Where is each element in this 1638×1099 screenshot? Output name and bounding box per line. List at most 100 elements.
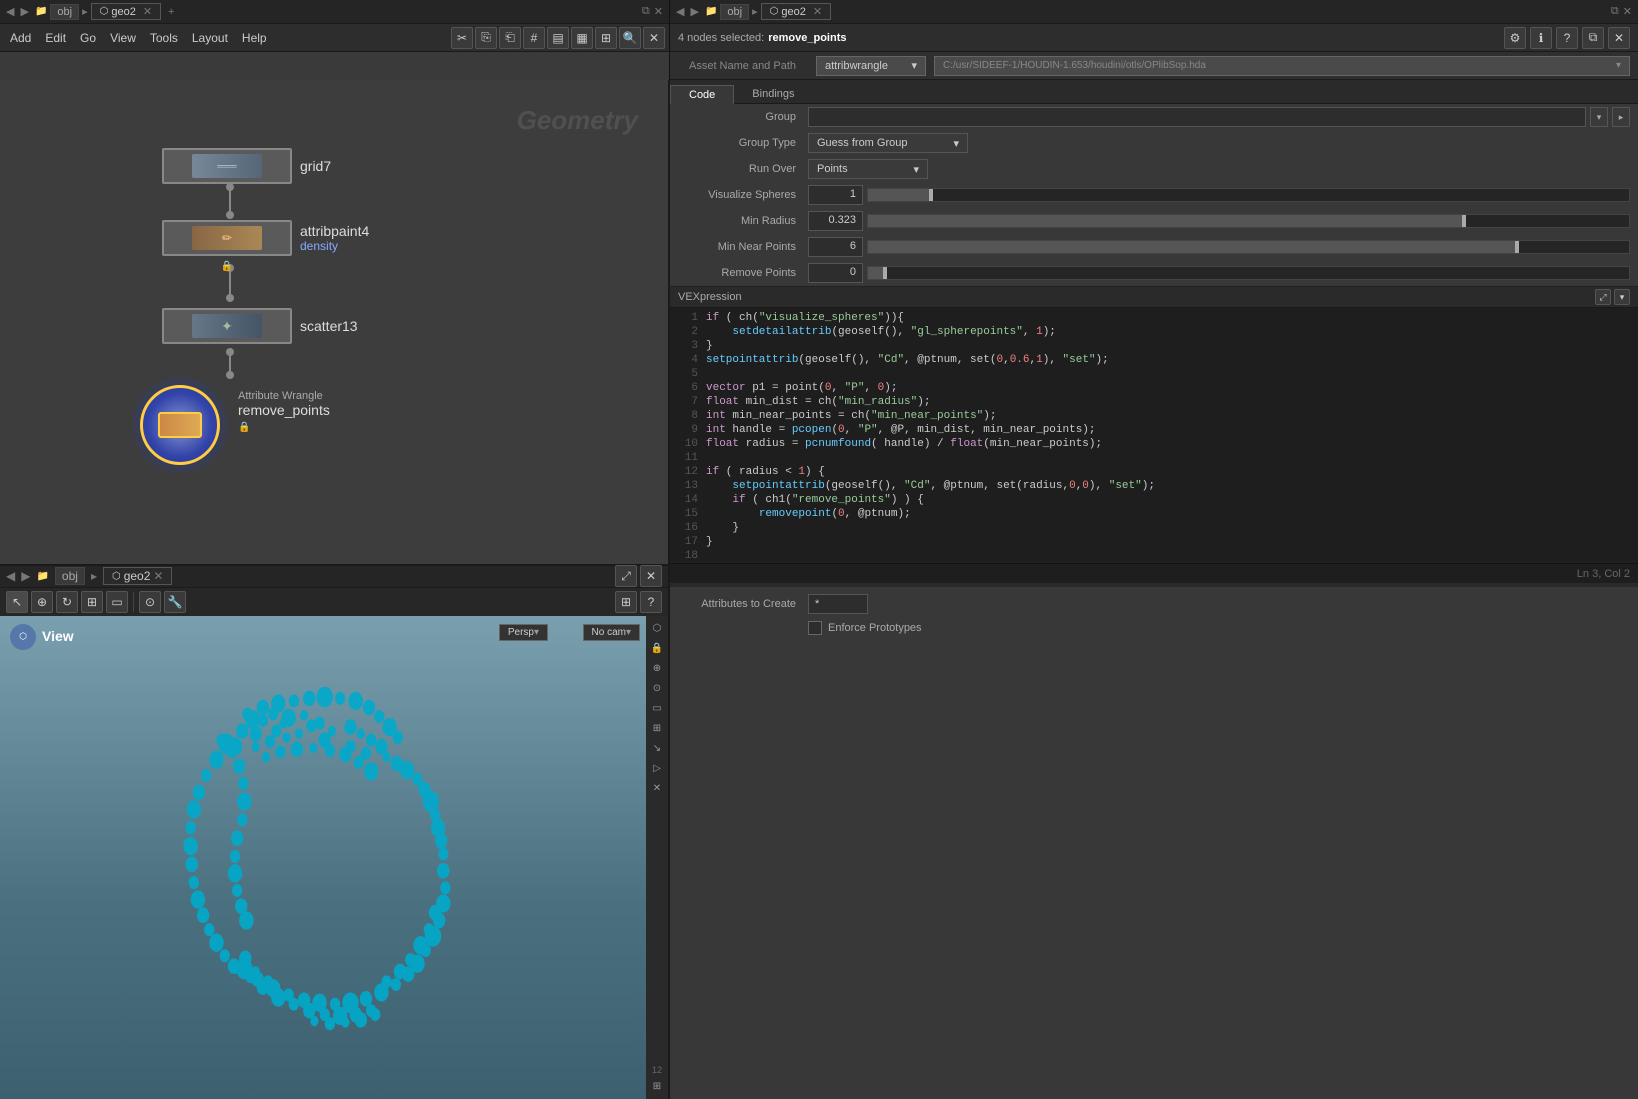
menu-add[interactable]: Add [4, 29, 37, 47]
view-icon: ⬡ [10, 624, 36, 650]
toolbar-grid[interactable]: # [523, 27, 545, 49]
code-editor[interactable]: 1if ( ch("visualize_spheres")){ 2 setdet… [670, 308, 1638, 563]
minradius-slider[interactable] [867, 214, 1630, 228]
left-tab-close[interactable]: ✕ [143, 5, 152, 18]
node-attribpaint4[interactable]: ✏ 🔒 attribpaint4 density [162, 220, 369, 256]
right-pin-btn[interactable]: ✕ [1623, 5, 1632, 18]
scene-tool-obj[interactable]: ⊙ [139, 591, 161, 613]
resize-handle[interactable] [670, 583, 1638, 587]
menu-tools[interactable]: Tools [144, 29, 184, 47]
cam-button[interactable]: No cam▾ [583, 624, 640, 641]
tab-bindings[interactable]: Bindings [734, 85, 812, 103]
toolbar-layout3[interactable]: ⊞ [595, 27, 617, 49]
scene-tool-select[interactable]: ↖ [6, 591, 28, 613]
geometry-label: Geometry [517, 105, 638, 136]
right-settings[interactable]: ⚙ [1504, 27, 1526, 49]
menu-layout[interactable]: Layout [186, 29, 234, 47]
toolbar-zoom[interactable]: 🔍 [619, 27, 641, 49]
scene-rt-8[interactable]: ▷ [648, 760, 666, 778]
toolbar-scissors[interactable]: ✂ [451, 27, 473, 49]
persp-button[interactable]: Persp▾ [499, 624, 548, 641]
nav-back-2[interactable]: ◀ [6, 569, 15, 583]
scene-tool-move[interactable]: ⊕ [31, 591, 53, 613]
left-nav-back[interactable]: ◀ [6, 5, 14, 18]
bottom-tab-geo2[interactable]: geo2 [124, 569, 151, 583]
left-tab-obj[interactable]: obj [50, 4, 79, 20]
scene-rt-6[interactable]: ⊞ [648, 720, 666, 738]
scene-rt-7[interactable]: ↘ [648, 740, 666, 758]
minnearpts-slider[interactable] [867, 240, 1630, 254]
tab-code[interactable]: Code [670, 85, 734, 104]
menu-edit[interactable]: Edit [39, 29, 72, 47]
right-tab-geo2[interactable]: geo2 [781, 6, 805, 18]
removepoints-value[interactable]: 0 [808, 263, 863, 283]
status-bar: Ln 3, Col 2 [670, 563, 1638, 583]
scene-right-toolbar: ⬡ 🔒 ⊕ ⊙ ▭ ⊞ ↘ ▷ ✕ 12 ⊞ [646, 616, 668, 1099]
scene-tool-b[interactable]: ? [640, 591, 662, 613]
scene-rt-last[interactable]: ⊞ [648, 1077, 666, 1095]
vexpr-expand[interactable]: ⤢ [1595, 289, 1611, 305]
attrs-create-input[interactable] [808, 594, 868, 614]
scene-viewport[interactable]: ⬡ View Persp▾ No cam▾ [0, 616, 668, 1099]
scene-tool-box[interactable]: ▭ [106, 591, 128, 613]
wrangle-name-label: remove_points [238, 402, 330, 418]
bottom-close[interactable]: ✕ [640, 565, 662, 587]
grouptype-dropdown[interactable]: Guess from Group ▾ [808, 133, 968, 153]
right-nav-forward[interactable]: ▶ [690, 5, 698, 18]
node-scatter13[interactable]: ✦ scatter13 [162, 308, 358, 344]
minradius-value[interactable]: 0.323 [808, 211, 863, 231]
scene-rt-1[interactable]: ⬡ [648, 620, 666, 638]
scene-rt-3[interactable]: ⊕ [648, 660, 666, 678]
menu-help[interactable]: Help [236, 29, 273, 47]
nav-fwd-2[interactable]: ▶ [21, 569, 30, 583]
bottom-tab-close[interactable]: ✕ [153, 569, 163, 583]
toolbar-copy[interactable]: ⎘ [475, 27, 497, 49]
asset-path-field[interactable]: C:/usr/SIDEEF-1/HOUDIN-1.653/houdini/otl… [934, 56, 1630, 76]
visspheres-value[interactable]: 1 [808, 185, 863, 205]
minnearpts-value[interactable]: 6 [808, 237, 863, 257]
enforce-proto-checkbox[interactable] [808, 621, 822, 635]
vexpr-menu[interactable]: ▾ [1614, 289, 1630, 305]
runover-dropdown[interactable]: Points ▾ [808, 159, 928, 179]
toolbar-paste[interactable]: ⎗ [499, 27, 521, 49]
scene-tool-snap[interactable]: 🔧 [164, 591, 186, 613]
node-remove-points[interactable]: Attribute Wrangle remove_points 🔒 [130, 375, 230, 475]
pin-btn[interactable]: ✕ [654, 5, 663, 18]
right-tab-close[interactable]: ✕ [813, 5, 822, 18]
visspheres-slider[interactable] [867, 188, 1630, 202]
left-tab-add[interactable]: + [164, 6, 178, 18]
group-dropdown-btn[interactable]: ▾ [1590, 107, 1608, 127]
scene-rt-9[interactable]: ✕ [648, 780, 666, 798]
scene-tool-scale[interactable]: ⊞ [81, 591, 103, 613]
scene-rt-2[interactable]: 🔒 [648, 640, 666, 658]
sync-btn[interactable]: ⧉ [642, 5, 650, 18]
toolbar-layout1[interactable]: ▤ [547, 27, 569, 49]
right-nav-back[interactable]: ◀ [676, 5, 684, 18]
right-info[interactable]: ℹ [1530, 27, 1552, 49]
right-sync-btn[interactable]: ⧉ [1611, 5, 1619, 18]
right-close[interactable]: ✕ [1608, 27, 1630, 49]
right-sync[interactable]: ⧉ [1582, 27, 1604, 49]
menu-view[interactable]: View [104, 29, 142, 47]
scene-rt-4[interactable]: ⊙ [648, 680, 666, 698]
menu-go[interactable]: Go [74, 29, 102, 47]
node-grid7[interactable]: ═══ grid7 [162, 148, 331, 184]
scene-tool-a[interactable]: ⊞ [615, 591, 637, 613]
scene-tool-rotate[interactable]: ↻ [56, 591, 78, 613]
runover-label: Run Over [678, 163, 808, 175]
toolbar-layout2[interactable]: ▦ [571, 27, 593, 49]
group-expand-btn[interactable]: ▸ [1612, 107, 1630, 127]
left-nav-forward[interactable]: ▶ [20, 5, 28, 18]
vexpr-header: VEXpression ⤢ ▾ [670, 286, 1638, 308]
right-tab-obj[interactable]: obj [720, 4, 749, 20]
toolbar-close[interactable]: ✕ [643, 27, 665, 49]
asset-name-dropdown[interactable]: attribwrangle ▾ [816, 56, 926, 76]
left-tab-geo2[interactable]: geo2 [111, 6, 135, 18]
removepoints-slider[interactable] [867, 266, 1630, 280]
bottom-expand[interactable]: ⤢ [615, 565, 637, 587]
scene-rt-5[interactable]: ▭ [648, 700, 666, 718]
bottom-tab-obj[interactable]: obj [55, 567, 85, 585]
group-input[interactable] [808, 107, 1586, 127]
bottom-tab-bar: ◀ ▶ 📁 obj ▸ ⬡ geo2 ✕ ⤢ ✕ [0, 564, 668, 588]
right-help[interactable]: ? [1556, 27, 1578, 49]
